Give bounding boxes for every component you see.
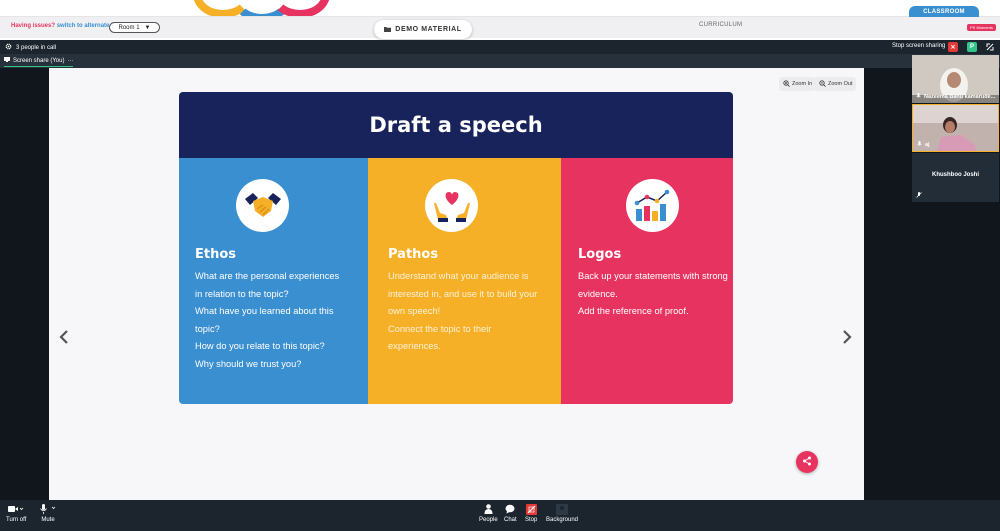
background-icon <box>556 503 569 515</box>
screen-share-tabbar: Screen share (You) ··· <box>0 54 1000 68</box>
logos-line: evidence. <box>578 288 618 299</box>
pathos-heading: Pathos <box>388 247 439 262</box>
ethos-line: What are the personal experiences <box>195 271 340 281</box>
background-label: Background <box>546 517 579 523</box>
ethos-line: How do you relate to this topic? <box>195 341 325 351</box>
heart-hands-icon <box>425 179 478 232</box>
screen-share-tab-label: Screen share (You) <box>13 57 65 64</box>
people-in-call[interactable]: 3 people in call <box>5 43 56 52</box>
person-icon <box>484 503 493 515</box>
ethos-line: Why should we trust you? <box>195 358 302 369</box>
stop-label: Stop <box>525 517 538 523</box>
ethos-line: topic? <box>195 323 220 334</box>
demo-material-button[interactable]: DEMO MATERIAL <box>374 20 472 39</box>
zoom-in-icon <box>783 79 790 89</box>
background-button[interactable]: Background <box>546 503 578 523</box>
classroom-page: Having issues? switch to alternate room … <box>0 0 1000 531</box>
ethos-heading: Ethos <box>195 247 237 262</box>
participant-name <box>916 192 998 200</box>
call-bar: 3 people in call Stop screen sharing ✕ P <box>0 40 1000 54</box>
pathos-line: Connect the topic to their <box>388 323 492 334</box>
fullscreen-icon[interactable] <box>985 42 995 52</box>
microphone-icon <box>917 141 922 149</box>
participant-name: Nazeema Banu kamarude... <box>916 93 998 101</box>
top-header: Having issues? switch to alternate room … <box>0 0 1000 40</box>
pathos-line: Understand what your audience is <box>388 271 529 281</box>
bottom-toolbar: Turn off Mute People Chat Stop Backgroun… <box>0 500 1000 531</box>
pathos-line: experiences. <box>388 341 441 351</box>
zoom-out-label: Zoom Out <box>828 81 853 87</box>
classroom-tab[interactable]: CLASSROOM <box>909 6 979 17</box>
screen-icon <box>4 57 10 64</box>
chat-label: Chat <box>504 517 517 523</box>
participant-name-label: Nazeema Banu kamarude... <box>924 94 996 100</box>
muted-microphone-icon <box>916 192 922 200</box>
stop-share-icon <box>525 503 537 515</box>
participant-tile[interactable]: aj <box>912 104 999 152</box>
people-label: People <box>479 517 498 523</box>
more-icon[interactable]: ··· <box>67 58 73 64</box>
people-button[interactable]: People <box>479 503 498 523</box>
share-icon <box>802 453 812 471</box>
participant-tile[interactable]: Khushboo Joshi <box>912 153 999 202</box>
issues-text: Having issues? <box>11 23 56 29</box>
logos-column: Logos Back up your statements with stron… <box>561 158 733 404</box>
participant-name: aj <box>917 141 998 149</box>
room-selector-value: Room 1 <box>118 24 140 31</box>
curriculum-tab[interactable]: CURRICULUM <box>699 22 742 28</box>
logos-heading: Logos <box>578 247 622 262</box>
mute-button[interactable]: Mute <box>39 503 57 523</box>
chat-button[interactable]: Chat <box>504 503 517 523</box>
folder-icon <box>384 26 392 34</box>
room-selector[interactable]: Room 1 ▼ <box>109 22 160 33</box>
pathos-column: Pathos Understand what your audience is … <box>368 158 561 404</box>
stop-sharing-button[interactable]: Stop <box>525 503 537 523</box>
turn-off-label: Turn off <box>6 517 27 523</box>
bar-chart-icon <box>626 179 679 232</box>
people-count-label: 3 people in call <box>16 44 57 51</box>
participant-name-label: Khushboo Joshi <box>932 172 979 178</box>
next-slide-arrow[interactable] <box>842 330 852 349</box>
slide-title: Draft a speech <box>179 92 733 158</box>
ethos-line: What have you learned about this <box>195 306 334 316</box>
mute-label: Mute <box>41 517 55 523</box>
zoom-out-button[interactable]: Zoom Out <box>815 77 857 91</box>
previous-slide-arrow[interactable] <box>59 330 69 349</box>
stop-screen-sharing-label[interactable]: Stop screen sharing <box>892 43 945 49</box>
share-button[interactable] <box>796 451 818 473</box>
ps-moments-badge[interactable]: PS Moments <box>967 24 996 31</box>
close-icon[interactable]: ✕ <box>948 42 958 52</box>
demo-material-label: DEMO MATERIAL <box>395 26 462 33</box>
chevron-down-icon: ▼ <box>144 24 151 31</box>
microphone-icon <box>39 503 57 515</box>
microphone-icon <box>916 93 921 101</box>
pathos-body: Understand what your audience is interes… <box>388 268 558 356</box>
pathos-line: own speech! <box>388 306 441 316</box>
chat-bubble-icon <box>505 503 515 515</box>
ethos-column: Ethos What are the personal experiences … <box>179 158 368 404</box>
zoom-out-icon <box>819 79 826 89</box>
turn-off-camera-button[interactable]: Turn off <box>6 503 26 523</box>
ethos-line: in relation to the topic? <box>195 288 289 299</box>
logos-line: Back up your statements with strong <box>578 271 728 281</box>
screen-share-tab[interactable]: Screen share (You) ··· <box>4 57 74 67</box>
zoom-in-label: Zoom In <box>792 81 813 87</box>
logos-line: Add the reference of proof. <box>578 306 689 316</box>
participant-tile[interactable]: Nazeema Banu kamarude... <box>912 55 999 103</box>
zoom-in-button[interactable]: Zoom In <box>779 77 817 91</box>
ethos-body: What are the personal experiences in rel… <box>195 268 365 373</box>
camera-icon <box>8 503 24 515</box>
pathos-line: interested in, and use it to build your <box>388 288 538 299</box>
handshake-icon <box>236 179 289 232</box>
gear-icon <box>5 43 12 52</box>
slide: Draft a speech Ethos What are the person… <box>179 92 733 404</box>
participant-name-label: aj <box>925 142 930 148</box>
p-button[interactable]: P <box>967 42 977 52</box>
logos-body: Back up your statements with strong evid… <box>578 268 733 321</box>
